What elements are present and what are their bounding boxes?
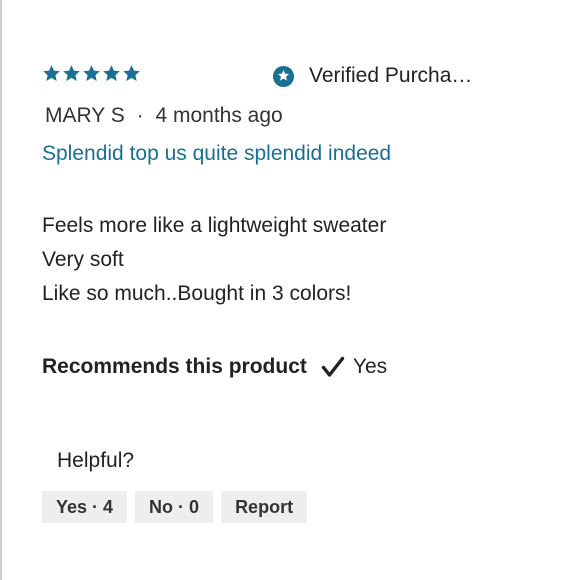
review-card: Verified Purcha… MARY S · 4 months ago S…: [0, 0, 580, 580]
helpful-label: Helpful?: [57, 449, 135, 472]
helpful-vote-buttons: Yes · 4 No · 0 Report: [42, 491, 308, 523]
verified-purchase-badge: Verified Purcha…: [272, 64, 472, 88]
review-age: 4 months ago: [155, 104, 283, 127]
review-body-line: Feels more like a lightweight sweater: [42, 214, 387, 237]
recommends-value: Yes: [352, 355, 388, 378]
recommends-label: Recommends this product: [42, 355, 307, 378]
verified-star-badge-icon: [272, 65, 295, 87]
review-title: Splendid top us quite splendid indeed: [42, 142, 392, 165]
check-icon: [321, 356, 345, 377]
review-meta: MARY S · 4 months ago: [45, 104, 283, 128]
meta-separator: ·: [136, 104, 144, 127]
recommends-row: Recommends this product Yes: [42, 355, 387, 379]
star-icon: [83, 65, 100, 82]
helpful-no-button[interactable]: No · 0: [135, 491, 214, 523]
report-button[interactable]: Report: [221, 491, 308, 523]
review-body-line: Very soft: [42, 248, 124, 271]
star-icon: [43, 65, 60, 82]
star-rating: [42, 64, 141, 83]
verified-purchase-label: Verified Purcha…: [309, 64, 473, 87]
review-body: Feels more like a lightweight sweater Ve…: [42, 209, 386, 311]
review-author: MARY S: [45, 104, 125, 127]
star-icon: [103, 65, 120, 82]
review-body-line: Like so much..Bought in 3 colors!: [42, 282, 352, 305]
star-icon: [123, 65, 140, 82]
helpful-yes-button[interactable]: Yes · 4: [42, 491, 128, 523]
star-icon: [63, 65, 80, 82]
